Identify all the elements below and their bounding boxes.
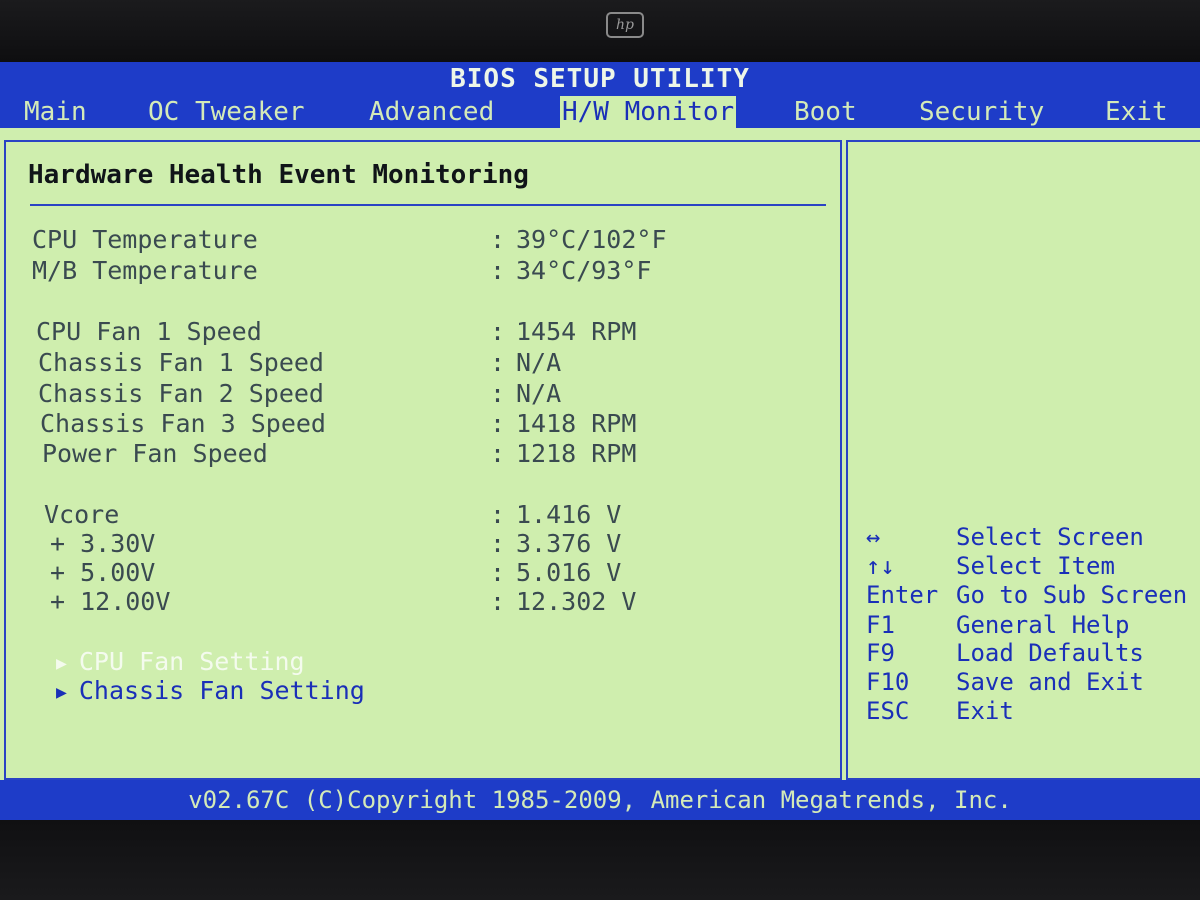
help-desc: Select Screen [956, 523, 1144, 551]
tab-advanced[interactable]: Advanced [367, 96, 496, 128]
reading-value: 3.376 V [516, 529, 622, 558]
reading-separator: : [490, 348, 506, 377]
reading-separator: : [490, 256, 506, 285]
help-desc: Save and Exit [956, 668, 1144, 696]
help-key: ESC [866, 697, 910, 725]
reading-label: Power Fan Speed [42, 439, 268, 468]
reading-value: 12.302 V [516, 587, 637, 616]
tab-bar: Main OC Tweaker Advanced H/W Monitor Boo… [0, 96, 1200, 128]
help-key: F10 [866, 668, 910, 696]
reading-separator: : [490, 558, 506, 587]
reading-value: N/A [516, 379, 562, 408]
tab-oc-tweaker[interactable]: OC Tweaker [146, 96, 307, 128]
reading-label: + 3.30V [50, 529, 156, 558]
submenu-arrow-icon: ▶ [56, 652, 67, 674]
submenu-cpu-fan-setting[interactable]: ▶ CPU Fan Setting [56, 647, 305, 676]
reading-value: N/A [516, 348, 562, 377]
help-desc: Exit [956, 697, 1014, 725]
help-key: Enter [866, 581, 939, 609]
section-title: Hardware Health Event Monitoring [28, 160, 529, 190]
submenu-label: CPU Fan Setting [78, 647, 305, 676]
help-key: F1 [866, 611, 895, 639]
help-desc: Select Item [956, 552, 1115, 580]
monitor-bezel-top: hp [0, 0, 1200, 62]
tab-boot[interactable]: Boot [792, 96, 859, 128]
help-desc: General Help [956, 611, 1130, 639]
reading-value: 1218 RPM [516, 439, 637, 468]
reading-label: Chassis Fan 2 Speed [38, 379, 324, 408]
reading-label: Chassis Fan 3 Speed [40, 409, 326, 438]
section-divider [30, 204, 826, 206]
reading-label: Vcore [44, 500, 120, 529]
reading-value: 5.016 V [516, 558, 622, 587]
reading-value: 34°C/93°F [516, 256, 652, 285]
reading-value: 39°C/102°F [516, 225, 667, 254]
submenu-arrow-icon: ▶ [56, 681, 67, 703]
bios-title: BIOS SETUP UTILITY [0, 62, 1200, 96]
reading-separator: : [490, 587, 506, 616]
reading-separator: : [490, 500, 506, 529]
hp-logo: hp [606, 12, 644, 38]
reading-label: CPU Temperature [32, 225, 258, 254]
reading-separator: : [490, 439, 506, 468]
tab-security[interactable]: Security [917, 96, 1046, 128]
submenu-label: Chassis Fan Setting [78, 676, 365, 705]
help-key: ↔ [866, 523, 881, 551]
reading-separator: : [490, 225, 506, 254]
reading-label: + 5.00V [50, 558, 156, 587]
reading-separator: : [490, 409, 506, 438]
reading-label: CPU Fan 1 Speed [36, 317, 262, 346]
reading-separator: : [490, 317, 506, 346]
monitor-bezel-bottom [0, 820, 1200, 900]
tab-main[interactable]: Main [22, 96, 89, 128]
copyright-footer: v02.67C (C)Copyright 1985-2009, American… [0, 780, 1200, 820]
help-desc: Load Defaults [956, 639, 1144, 667]
tab-exit[interactable]: Exit [1103, 96, 1170, 128]
reading-label: + 12.00V [50, 587, 171, 616]
help-key: F9 [866, 639, 895, 667]
reading-value: 1418 RPM [516, 409, 637, 438]
reading-separator: : [490, 379, 506, 408]
reading-value: 1.416 V [516, 500, 622, 529]
bios-screen: BIOS SETUP UTILITY Main OC Tweaker Advan… [0, 62, 1200, 820]
reading-value: 1454 RPM [516, 317, 637, 346]
reading-label: Chassis Fan 1 Speed [38, 348, 324, 377]
tab-hw-monitor[interactable]: H/W Monitor [560, 96, 737, 128]
help-key: ↑↓ [866, 552, 895, 580]
submenu-chassis-fan-setting[interactable]: ▶ Chassis Fan Setting [56, 676, 365, 705]
reading-label: M/B Temperature [32, 256, 258, 285]
reading-separator: : [490, 529, 506, 558]
help-desc: Go to Sub Screen [956, 581, 1188, 609]
